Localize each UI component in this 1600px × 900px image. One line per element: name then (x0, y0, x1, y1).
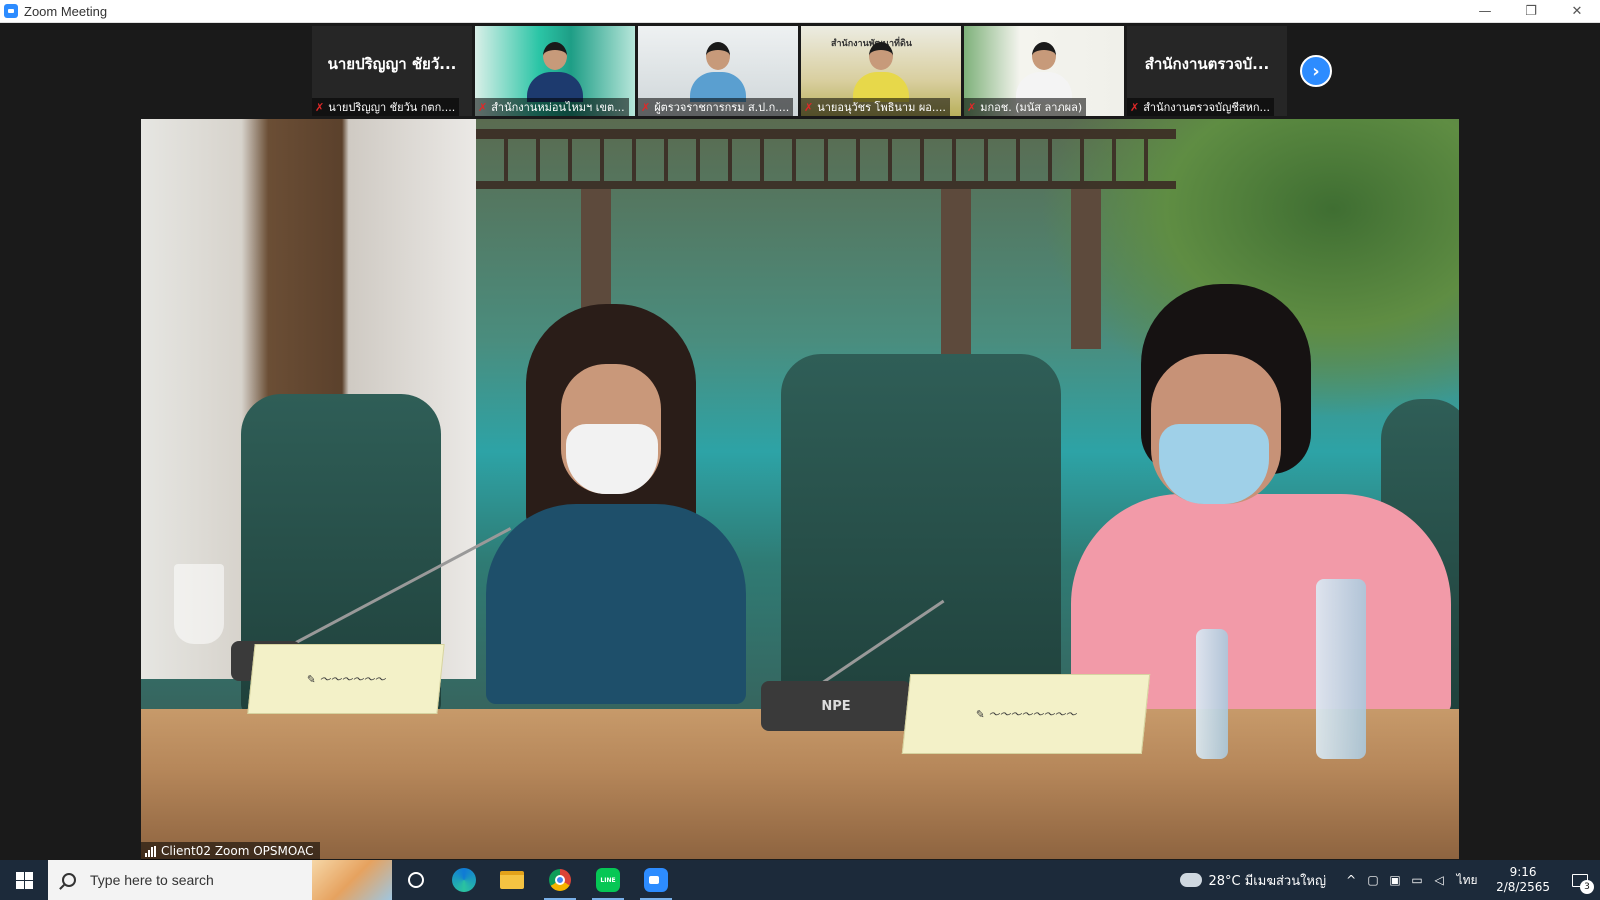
weather-description: มีเมฆส่วนใหญ่ (1244, 873, 1327, 889)
minimize-button[interactable]: — (1462, 0, 1508, 23)
speaker-left (486, 304, 746, 704)
participant-label: ✗ มกอช. (มนัส ลาภผล) (964, 98, 1087, 116)
name-placard-left: ✎ ～～～～～～ (247, 644, 445, 714)
close-button[interactable]: ✕ (1554, 0, 1600, 23)
participant-video-person (527, 42, 583, 102)
zoom-icon (644, 868, 668, 892)
network-icon[interactable]: ▭ (1406, 860, 1428, 900)
mic-muted-icon: ✗ (804, 100, 814, 114)
chevron-up-icon[interactable]: ^ (1340, 860, 1362, 900)
zoom-button[interactable] (632, 860, 680, 900)
participant-video-person (1016, 42, 1072, 102)
participant-tile[interactable]: ✗ ผู้ตรวจราชการกรม ส.ป.ก.... (638, 26, 798, 116)
signal-strength-icon (145, 845, 156, 857)
video-background-bridge (476, 129, 1176, 189)
line-button[interactable]: LINE (584, 860, 632, 900)
search-placeholder: Type here to search (90, 872, 214, 888)
participant-label: ✗ นายอนุวัชร โพธินาม ผอ.... (801, 98, 950, 116)
hand-sanitizer-bottle (1196, 629, 1228, 759)
participant-video-person (853, 42, 909, 102)
edge-icon (452, 868, 476, 892)
search-highlight-illustration (312, 860, 392, 900)
speaker-name: Client02 Zoom OPSMOAC (161, 844, 314, 858)
participant-label: ✗ นายปริญญา ชัยวัน กตก.... (312, 98, 460, 116)
task-view-icon (408, 872, 424, 888)
notification-count: 3 (1580, 880, 1594, 894)
chrome-button[interactable] (536, 860, 584, 900)
mic-muted-icon: ✗ (1130, 100, 1140, 114)
mic-muted-icon: ✗ (478, 100, 488, 114)
notifications-button[interactable]: 3 (1560, 860, 1600, 900)
participant-name: นายอนุวัชร โพธินาม ผอ.... (817, 101, 946, 114)
mic-muted-icon: ✗ (315, 100, 325, 114)
participant-video-person (690, 42, 746, 102)
main-video-label: Client02 Zoom OPSMOAC (141, 842, 320, 860)
title-bar: Zoom Meeting — ❐ ✕ (0, 0, 1600, 23)
participant-tile[interactable]: ✗ สำนักงานหม่อนไหมฯ เขต... (475, 26, 635, 116)
start-button[interactable] (0, 860, 48, 900)
weather-widget[interactable]: 28°C มีเมฆส่วนใหญ่ (1208, 870, 1326, 891)
cloud-weather-icon (1180, 873, 1203, 887)
language-indicator[interactable]: ไทย (1450, 860, 1484, 900)
participant-name: สำนักงานตรวจบัญชีสหก... (1143, 101, 1270, 114)
search-icon (62, 873, 76, 887)
chrome-icon (549, 869, 571, 891)
system-tray: 28°C มีเมฆส่วนใหญ่ ^ ▢ ▣ ▭ ◁ ไทย 9:16 2/… (1180, 860, 1600, 900)
participant-tile[interactable]: ✗ มกอช. (มนัส ลาภผล) (964, 26, 1124, 116)
weather-temp: 28°C (1208, 873, 1241, 889)
window-title: Zoom Meeting (24, 3, 108, 19)
participant-tile[interactable]: สำนักงานพัฒนาที่ดิน ✗ นายอนุวัชร โพธินาม… (801, 26, 961, 116)
participant-strip: นายปริญญา ชัยวั... ✗ นายปริญญา ชัยวัน กต… (312, 26, 1287, 116)
participant-name: นายปริญญา ชัยวัน กตก.... (328, 101, 456, 114)
windows-logo-icon (15, 871, 33, 889)
water-bottle (1316, 579, 1366, 759)
mic-muted-icon: ✗ (641, 100, 651, 114)
speaker-right (1071, 284, 1451, 714)
screen-icon[interactable]: ▣ (1384, 860, 1406, 900)
line-icon: LINE (596, 868, 620, 892)
participant-name: ผู้ตรวจราชการกรม ส.ป.ก.... (654, 101, 790, 114)
clock-date: 2/8/2565 (1496, 880, 1550, 894)
participant-tile[interactable]: สำนักงานตรวจบั... ✗ สำนักงานตรวจบัญชีสหก… (1127, 26, 1287, 116)
participant-name: มกอช. (มนัส ลาภผล) (980, 101, 1083, 114)
clock-time: 9:16 (1509, 865, 1537, 879)
window-controls: — ❐ ✕ (1462, 0, 1600, 23)
clock[interactable]: 9:16 2/8/2565 (1496, 865, 1550, 895)
volume-icon[interactable]: ◁ (1428, 860, 1450, 900)
mic-muted-icon: ✗ (967, 100, 977, 114)
participant-label: ✗ สำนักงานตรวจบัญชีสหก... (1127, 98, 1274, 116)
zoom-meeting-window: Zoom Meeting — ❐ ✕ นายปริญญา ชัยวั... ✗ … (0, 0, 1600, 900)
participant-tile[interactable]: นายปริญญา ชัยวั... ✗ นายปริญญา ชัยวัน กต… (312, 26, 472, 116)
file-explorer-button[interactable] (488, 860, 536, 900)
microphone-base-npe: NPE (761, 681, 911, 731)
task-view-button[interactable] (392, 860, 440, 900)
participant-display-name: สำนักงานตรวจบั... (1144, 55, 1270, 73)
file-explorer-icon (500, 871, 524, 889)
name-placard-right: ✎ ～～～～～～～～ (901, 674, 1151, 754)
conference-desk (141, 709, 1459, 859)
chevron-right-icon[interactable]: › (1300, 55, 1332, 87)
participant-display-name: นายปริญญา ชัยวั... (327, 55, 457, 73)
participant-label: ✗ ผู้ตรวจราชการกรม ส.ป.ก.... (638, 98, 794, 116)
main-video-feed[interactable]: NPE ✎ ～～～～～～ ✎ ～～～～～～～～ (141, 119, 1459, 859)
meet-now-icon[interactable]: ▢ (1362, 860, 1384, 900)
windows-taskbar: Type here to search LINE 28°C มีเมฆส่วนใ… (0, 860, 1600, 900)
water-glass (174, 564, 224, 644)
participant-name: สำนักงานหม่อนไหมฯ เขต... (491, 101, 625, 114)
restore-button[interactable]: ❐ (1508, 0, 1554, 23)
edge-button[interactable] (440, 860, 488, 900)
zoom-app-icon (4, 4, 18, 18)
taskbar-search-box[interactable]: Type here to search (48, 860, 392, 900)
participant-label: ✗ สำนักงานหม่อนไหมฯ เขต... (475, 98, 629, 116)
